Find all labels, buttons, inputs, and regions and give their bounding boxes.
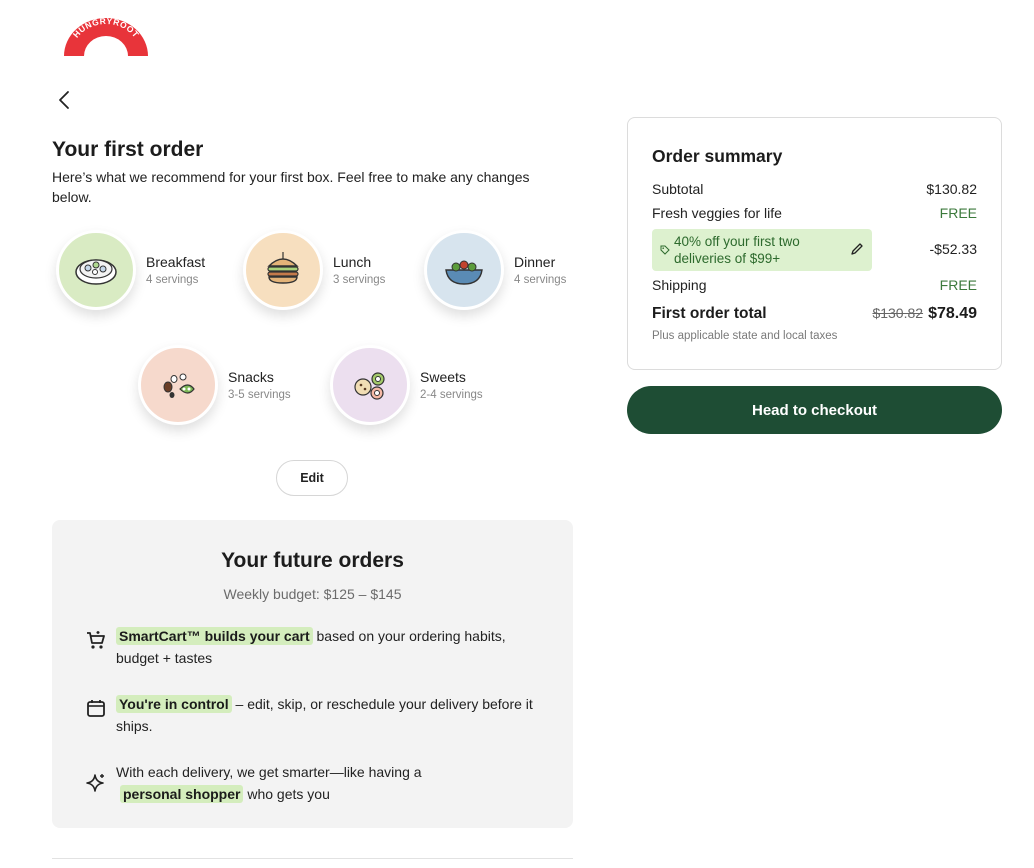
category-breakfast[interactable]: Breakfast 4 servings <box>56 230 205 310</box>
veggies-value: FREE <box>939 205 977 221</box>
calendar-icon <box>87 700 105 717</box>
sandwich-icon <box>243 230 323 310</box>
total-row: First order total $130.82 $78.49 <box>652 305 977 323</box>
divider <box>52 858 573 859</box>
category-servings: 4 servings <box>146 273 199 286</box>
sweets-icon <box>330 345 410 425</box>
sparkle-icon <box>86 774 104 792</box>
breakfast-icon <box>56 230 136 310</box>
promo-text: 40% off your first two deliveries of $99… <box>674 234 800 266</box>
shipping-label: Shipping <box>652 277 707 293</box>
feature-text: With each delivery, we get smarter—like … <box>116 764 422 780</box>
feature-smartcart: SmartCart™ builds your cart based on you… <box>84 625 544 669</box>
first-order-subtitle: Here’s what we recommend for your first … <box>52 169 530 205</box>
cart-icon <box>87 631 105 649</box>
weekly-budget: Weekly budget: $125 – $145 <box>223 586 402 602</box>
subtotal-label: Subtotal <box>652 181 704 197</box>
category-lunch[interactable]: Lunch 3 servings <box>243 230 385 310</box>
category-name: Sweets <box>420 368 466 385</box>
category-name: Snacks <box>228 368 274 385</box>
veggies-label: Fresh veggies for life <box>652 205 782 221</box>
order-summary-title: Order summary <box>652 146 783 166</box>
edit-button[interactable]: Edit <box>276 460 348 496</box>
first-order-total: $78.49 <box>928 305 977 322</box>
category-servings: 4 servings <box>514 273 567 286</box>
feature-highlight: SmartCart™ builds your cart <box>116 627 313 645</box>
future-orders-title: Your future orders <box>221 549 404 572</box>
feature-highlight: You're in control <box>116 695 232 713</box>
shipping-row: Shipping FREE <box>652 277 977 293</box>
feature-text: who gets you <box>243 786 330 802</box>
hungryroot-logo[interactable]: HUNGRYROOT <box>62 14 150 58</box>
subtotal-row: Subtotal $130.82 <box>652 181 977 197</box>
feature-control: You're in control – edit, skip, or resch… <box>84 693 544 737</box>
snacks-icon <box>138 345 218 425</box>
category-name: Lunch <box>333 253 372 270</box>
category-servings: 2-4 servings <box>420 388 483 401</box>
category-dinner[interactable]: Dinner 4 servings <box>424 230 566 310</box>
promo-discount: -$52.33 <box>929 241 977 257</box>
category-name: Breakfast <box>146 253 206 270</box>
promo-badge: 40% off your first two deliveries of $99… <box>652 229 872 271</box>
tax-note: Plus applicable state and local taxes <box>652 330 838 342</box>
feature-personal-shopper: With each delivery, we get smarter—like … <box>84 761 544 805</box>
original-total: $130.82 <box>872 305 924 321</box>
checkout-button[interactable]: Head to checkout <box>627 386 1002 434</box>
subtotal-value: $130.82 <box>926 181 977 197</box>
total-label: First order total <box>652 305 767 322</box>
feature-highlight: personal shopper <box>120 785 244 803</box>
category-name: Dinner <box>514 253 556 270</box>
tag-icon <box>660 245 670 255</box>
pencil-icon[interactable] <box>850 242 864 256</box>
shipping-value: FREE <box>939 277 977 293</box>
first-order-title: Your first order <box>52 138 204 161</box>
category-servings: 3-5 servings <box>228 388 291 401</box>
future-orders-panel: Your future orders Weekly budget: $125 –… <box>52 520 573 828</box>
veggies-row: Fresh veggies for life FREE <box>652 205 977 221</box>
category-servings: 3 servings <box>333 273 386 286</box>
category-snacks[interactable]: Snacks 3-5 servings <box>138 345 291 425</box>
category-sweets[interactable]: Sweets 2-4 servings <box>330 345 483 425</box>
order-summary-card: Order summary Subtotal $130.82 Fresh veg… <box>627 117 1002 370</box>
dinner-bowl-icon <box>424 230 504 310</box>
back-arrow-icon[interactable] <box>52 86 78 114</box>
